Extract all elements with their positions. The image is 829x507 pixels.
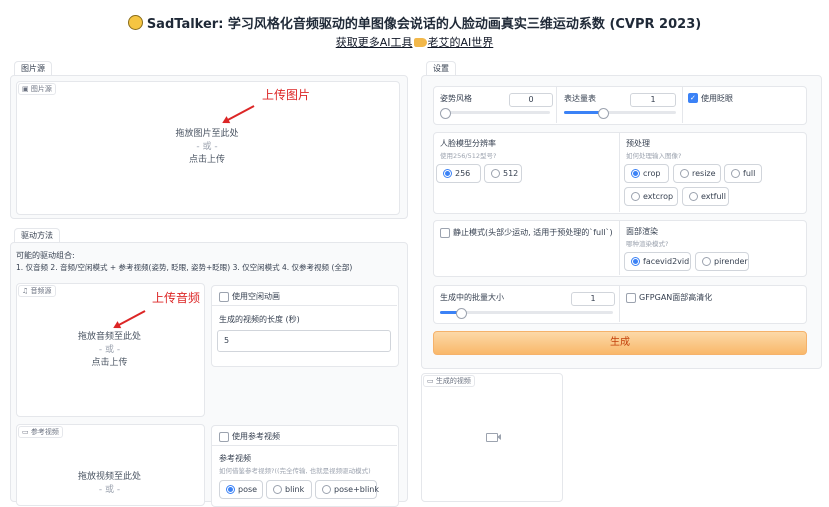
radio-icon [631,169,640,178]
reference-drop-text: 拖放视频至此处 - 或 - [77,472,141,495]
reference-hint: 如何借鉴参考视频?((完全传输, 也就是视频驱动模式) [219,467,371,475]
preprocess-label: 预处理 [626,139,650,148]
emoji-icon [127,15,143,30]
tab-image-source[interactable]: 图片源 [14,61,52,76]
audio-drop-text: 拖放音频至此处 - 或 - 点击上传 [77,332,141,368]
divider [619,220,620,275]
output-video-label: ▭ 生成的视频 [423,375,475,387]
tools-link[interactable]: 获取更多AI工具 [336,36,413,49]
pointing-hand-icon [413,38,427,47]
use-reference-label: 使用参考视频 [232,432,280,441]
batch-size-label: 生成中的批量大小 [440,293,504,302]
image-icon: ▣ [22,85,29,93]
divider [556,86,557,123]
audio-source-label: ♫ 音频源 [18,285,56,297]
divider [211,305,397,306]
ref-option-pose[interactable]: pose [219,480,263,499]
generate-button[interactable]: 生成 [433,331,807,355]
radio-icon [322,485,331,494]
settings-row-4 [433,285,807,324]
driving-desc-2: 1. 仅音频 2. 音频/空闲模式 + 参考视频(姿势, 眨眼, 姿势+眨眼) … [16,263,353,272]
radio-icon [226,485,235,494]
preprocess-option-extfull[interactable]: extfull [682,187,729,206]
renderer-hint: 哪种渲染模式? [626,240,669,248]
video-camera-lens-icon [497,434,501,440]
driving-desc-1: 可能的驱动组合: [16,251,75,260]
preprocess-option-crop[interactable]: crop [624,164,669,183]
still-mode-checkbox[interactable] [440,228,450,238]
preprocess-hint: 如何处理输入图像? [626,152,682,160]
blink-label: 使用眨眼 [701,94,733,103]
upload-audio-annotation: 上传音频 [152,291,201,305]
upload-image-annotation: 上传图片 [262,88,311,102]
music-icon: ♫ [22,287,29,295]
radio-icon [631,192,640,201]
face-res-option-512[interactable]: 512 [484,164,522,183]
tab-settings[interactable]: 设置 [426,61,456,76]
radio-icon [689,192,698,201]
radio-icon [680,169,689,178]
radio-icon [491,169,500,178]
radio-icon [731,169,740,178]
face-res-option-256[interactable]: 256 [436,164,481,183]
face-res-label: 人脸模型分辨率 [440,139,496,148]
image-source-label: ▣ 图片源 [18,83,56,95]
divider [619,285,620,322]
video-camera-icon: ▭ [427,377,434,385]
use-reference-checkbox[interactable] [219,432,229,442]
batch-size-thumb[interactable] [456,308,467,319]
reference-video-label: ▭ 参考视频 [18,426,63,438]
radio-icon [443,169,452,178]
renderer-label: 面部渲染 [626,227,658,236]
pose-style-thumb[interactable] [440,108,451,119]
expression-number[interactable]: 1 [630,93,676,107]
batch-size-number[interactable]: 1 [571,292,615,306]
expression-fill [564,111,602,114]
blink-checkbox[interactable] [688,93,698,103]
expression-label: 表达量表 [564,94,596,103]
idle-checkbox[interactable] [219,292,229,302]
radio-icon [702,257,711,266]
still-mode-label: 静止模式(头部少运动, 适用于预处理的`full`) [453,228,613,237]
image-drop-text: 拖放图片至此处 - 或 - 点击上传 [175,129,239,165]
pose-style-slider[interactable] [440,111,550,114]
preprocess-option-extcrop[interactable]: extcrop [624,187,678,206]
divider [682,86,683,123]
divider [211,445,397,446]
idle-checkbox-label: 使用空闲动画 [232,292,280,301]
page-title: SadTalker: 学习风格化音频驱动的单图像会说话的人脸动画真实三维运动系数… [0,13,829,32]
renderer-option-facevid2vid[interactable]: facevid2vid [624,252,691,271]
ai-world-link[interactable]: 老艾的AI世界 [428,36,494,49]
settings-row-1 [433,86,807,125]
video-length-input[interactable]: 5 [217,330,391,352]
divider [619,132,620,212]
subtitle: 获取更多AI工具 老艾的AI世界 [0,34,829,50]
gfpgan-label: GFPGAN面部高清化 [639,293,713,302]
renderer-option-pirender[interactable]: pirender [695,252,749,271]
radio-icon [631,257,640,266]
ref-option-blink[interactable]: blink [266,480,312,499]
pose-style-number[interactable]: 0 [509,93,553,107]
face-res-hint: 使用256/512型号? [440,152,497,160]
tab-driving-method[interactable]: 驱动方法 [14,228,60,243]
pose-style-label: 姿势风格 [440,94,472,103]
video-camera-icon: ▭ [22,428,29,436]
expression-thumb[interactable] [598,108,609,119]
reference-title: 参考视频 [219,454,251,463]
preprocess-option-full[interactable]: full [724,164,762,183]
radio-icon [273,485,282,494]
ref-option-pose-blink[interactable]: pose+blink [315,480,379,499]
preprocess-option-resize[interactable]: resize [673,164,721,183]
gfpgan-checkbox[interactable] [626,293,636,303]
video-length-label: 生成的视频的长度 (秒) [219,315,300,324]
